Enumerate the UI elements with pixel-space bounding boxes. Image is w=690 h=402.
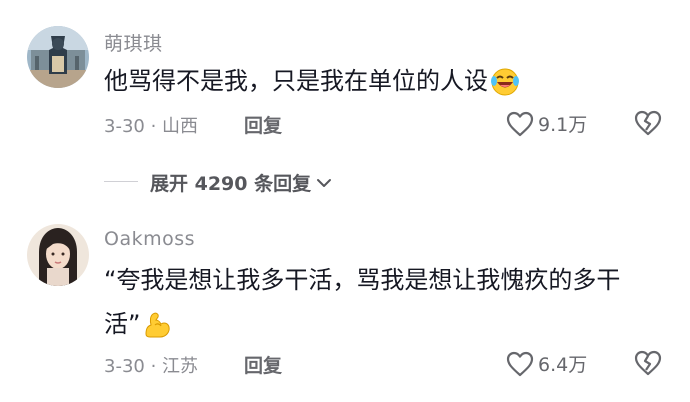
date-location: 3-30 · 山西 [104, 116, 199, 137]
comment-meta: 3-30 · 江苏 [104, 352, 198, 378]
comment-item: 萌琪琪 他骂得不是我，只是我在单位的人设 3-30 · 山西 回复 9.1万 [0, 0, 690, 160]
reply-button[interactable]: 回复 [244, 111, 282, 138]
like-count: 6.4万 [538, 354, 588, 376]
username[interactable]: 萌琪琪 [104, 29, 163, 56]
avatar[interactable] [27, 224, 89, 286]
comment-text: “夸我是想让我多干活，骂我是想让我愧疚的多干 活” [104, 258, 664, 346]
like-button[interactable]: 6.4万 [506, 350, 587, 377]
comment-text-line-2-content: 活” [104, 310, 141, 338]
like-count: 9.1万 [538, 114, 588, 136]
laughing-crying-emoji [490, 67, 520, 97]
date-location: 3-30 · 江苏 [104, 356, 199, 377]
dislike-button[interactable] [634, 109, 662, 137]
flexed-biceps-emoji [142, 310, 172, 340]
heart-outline-icon [506, 351, 534, 376]
avatar-image [27, 26, 89, 88]
comment-item: Oakmoss “夸我是想让我多干活，骂我是想让我愧疚的多干 活” 3-30 ·… [0, 220, 690, 402]
comment-text-line-1: “夸我是想让我多干活，骂我是想让我愧疚的多干 [104, 266, 621, 294]
comment-text-content: 他骂得不是我，只是我在单位的人设 [104, 67, 488, 95]
like-button[interactable]: 9.1万 [506, 110, 587, 137]
comment-text: 他骂得不是我，只是我在单位的人设 [104, 59, 664, 103]
avatar[interactable] [27, 26, 89, 88]
expand-replies-label[interactable]: 展开 4290 条回复 [150, 169, 333, 196]
reply-button[interactable]: 回复 [244, 351, 282, 378]
username[interactable]: Oakmoss [104, 228, 195, 250]
divider-line [104, 181, 138, 182]
comment-meta: 3-30 · 山西 [104, 112, 198, 138]
avatar-image [27, 224, 89, 286]
broken-heart-icon [634, 350, 662, 376]
heart-outline-icon [506, 111, 534, 136]
dislike-button[interactable] [634, 349, 662, 377]
comment-text-line-2: 活” [104, 302, 664, 346]
expand-replies-text: 展开 4290 条回复 [150, 173, 312, 195]
broken-heart-icon [634, 110, 662, 136]
expand-replies[interactable]: 展开 4290 条回复 [0, 168, 690, 196]
chevron-down-icon [317, 178, 332, 187]
